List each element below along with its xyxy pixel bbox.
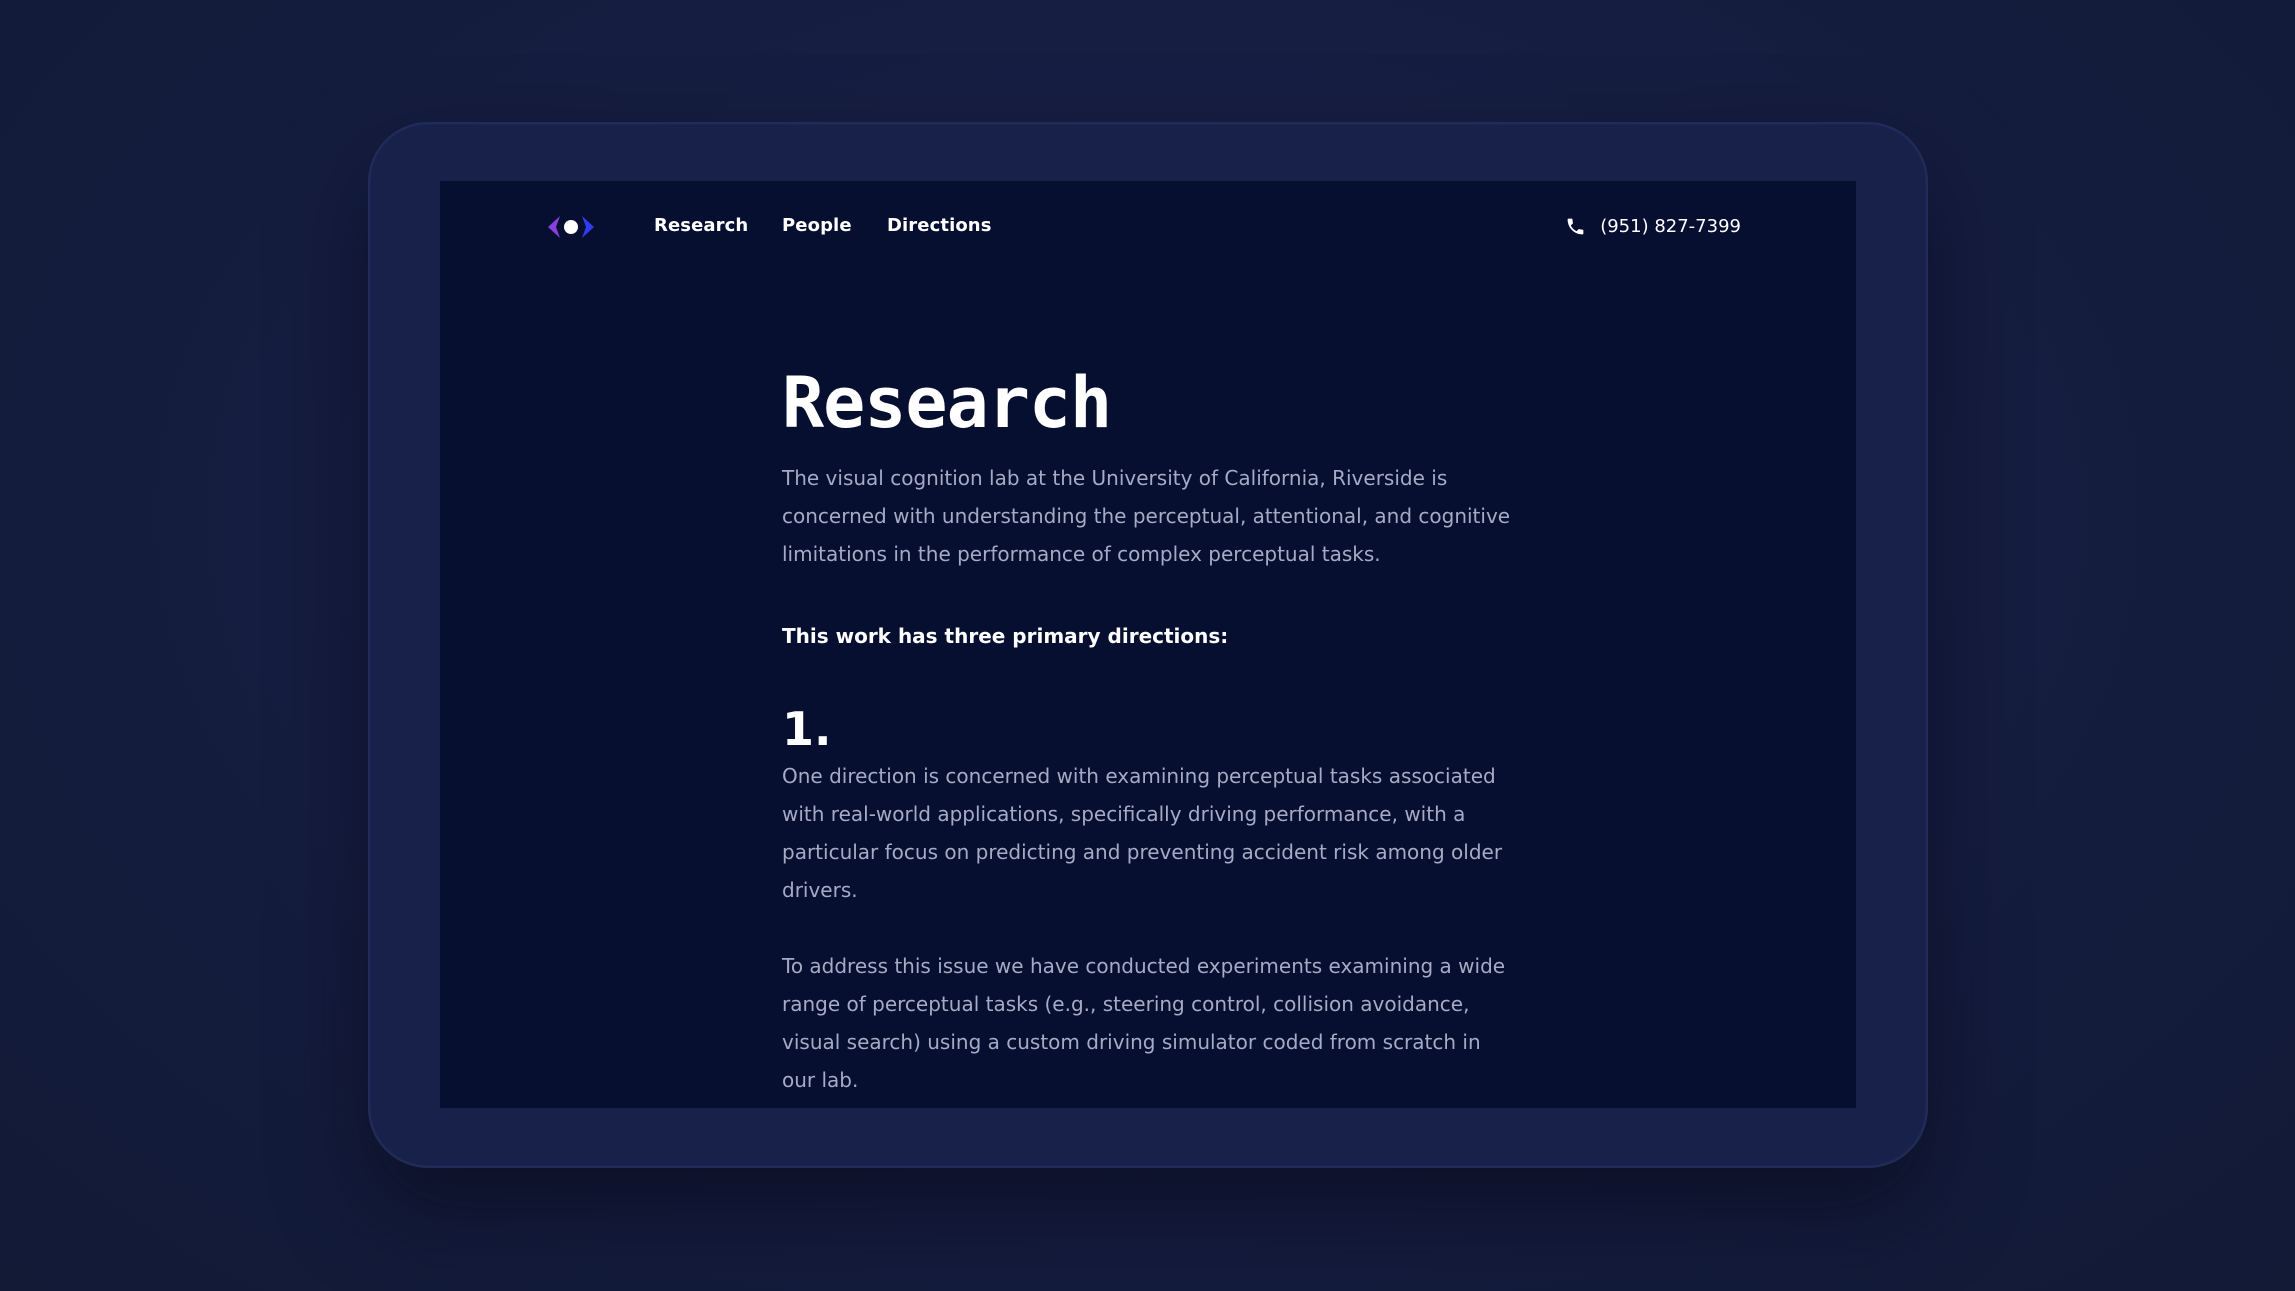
intro-paragraph: The visual cognition lab at the Universi… bbox=[782, 466, 1511, 566]
directions-lead: This work has three primary directions: bbox=[782, 624, 1229, 648]
page-title: Research bbox=[782, 362, 1112, 444]
nav-link-directions[interactable]: Directions bbox=[887, 215, 992, 236]
direction-paragraph: One direction is concerned with examinin… bbox=[782, 764, 1503, 902]
nav-link-people[interactable]: People bbox=[782, 215, 852, 236]
phone-icon bbox=[1567, 218, 1584, 234]
eye-logo-icon[interactable] bbox=[545, 214, 597, 240]
main-content: Research The visual cognition lab at the… bbox=[782, 361, 1512, 1099]
direction-section-1: 1. One direction is concerned with exami… bbox=[782, 701, 1512, 1099]
phone-link[interactable]: (951) 827-7399 bbox=[1565, 215, 1741, 237]
direction-number: 1. bbox=[782, 702, 832, 756]
direction-paragraph: To address this issue we have conducted … bbox=[782, 954, 1506, 1092]
browser-viewport: Research People Directions (951) 827-739… bbox=[440, 181, 1856, 1108]
phone-number: (951) 827-7399 bbox=[1600, 215, 1741, 237]
top-navigation: Research People Directions (951) 827-739… bbox=[440, 181, 1856, 277]
nav-link-research[interactable]: Research bbox=[654, 215, 748, 236]
